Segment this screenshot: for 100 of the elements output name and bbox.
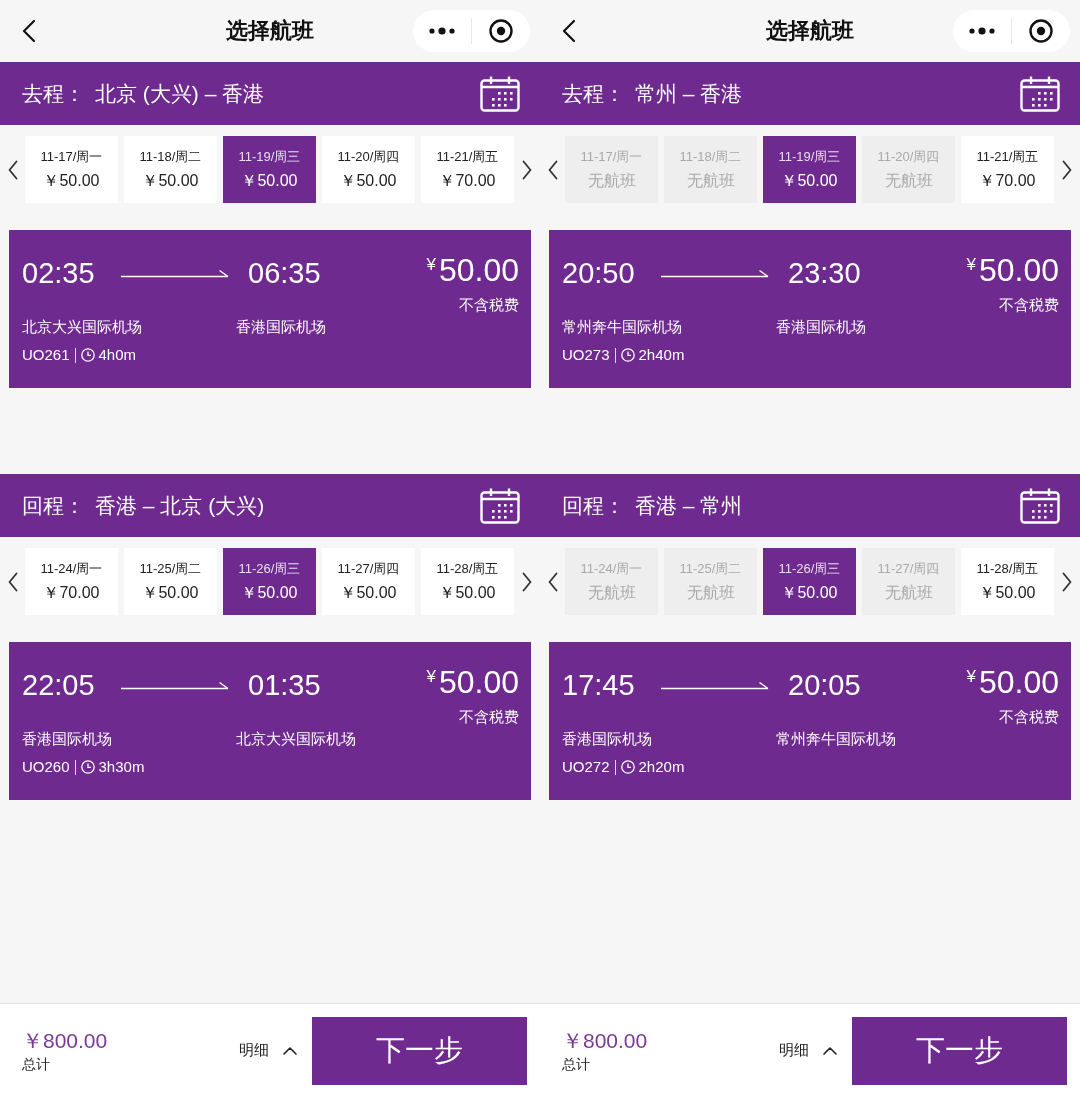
- page-title: 选择航班: [226, 17, 314, 45]
- arrow-icon: [121, 680, 229, 690]
- date-option[interactable]: 11-26/周三 ￥50.00: [223, 548, 316, 615]
- leg-label: 回程：: [562, 492, 625, 519]
- arrival-airport: 常州奔牛国际机场: [776, 729, 896, 749]
- caret-up-icon: [283, 1046, 297, 1055]
- tax-note: 不含税费: [999, 295, 1059, 315]
- date-option[interactable]: 11-19/周三 ￥50.00: [223, 136, 316, 203]
- next-button[interactable]: 下一步: [312, 1016, 527, 1085]
- tax-note: 不含税费: [459, 707, 519, 727]
- arrow-icon: [661, 680, 769, 690]
- leg-label: 去程：: [562, 80, 625, 107]
- departure-airport: 香港国际机场: [22, 729, 112, 749]
- arrival-airport: 香港国际机场: [776, 317, 866, 337]
- arrival-airport: 北京大兴国际机场: [236, 729, 356, 749]
- leg-label: 回程：: [22, 492, 85, 519]
- arrow-icon: [661, 268, 769, 278]
- more-icon[interactable]: [969, 27, 995, 35]
- next-button[interactable]: 下一步: [852, 1016, 1067, 1085]
- target-icon[interactable]: [489, 19, 513, 43]
- chevron-right-icon[interactable]: [522, 571, 532, 592]
- flight-card[interactable]: 22:05 01:35 香港国际机场 北京大兴国际机场 UO260 3h30m ¥50.00 不含税费: [9, 642, 531, 800]
- total-price: ￥800.00: [22, 1027, 108, 1054]
- departure-time: 02:35: [22, 256, 95, 291]
- date-option[interactable]: 11-19/周三 ￥50.00: [763, 136, 856, 203]
- clock-icon: [620, 760, 635, 774]
- clock-icon: [80, 348, 95, 362]
- date-option[interactable]: 11-21/周五 ￥70.00: [421, 136, 514, 203]
- flight-number: UO273: [562, 345, 610, 365]
- route-text: 香港 – 北京 (大兴): [95, 492, 265, 519]
- calendar-icon[interactable]: [480, 75, 520, 112]
- fare-price: 50.00: [438, 251, 519, 289]
- departure-time: 17:45: [562, 668, 635, 703]
- chevron-left-icon[interactable]: [547, 571, 558, 592]
- arrow-icon: [121, 268, 229, 278]
- date-option[interactable]: 11-21/周五 ￥70.00: [961, 136, 1054, 203]
- chevron-left-icon[interactable]: [7, 159, 18, 180]
- total-label: 总计: [562, 1054, 590, 1074]
- total-price: ￥800.00: [562, 1027, 648, 1054]
- flight-duration: 2h40m: [638, 345, 685, 365]
- arrival-time: 20:05: [788, 668, 861, 703]
- date-option[interactable]: 11-27/周四 ￥50.00: [322, 548, 415, 615]
- chevron-left-icon[interactable]: [547, 159, 558, 180]
- departure-time: 22:05: [22, 668, 95, 703]
- departure-airport: 香港国际机场: [562, 729, 652, 749]
- total-label: 总计: [22, 1054, 50, 1074]
- flight-duration: 4h0m: [98, 345, 137, 365]
- caret-up-icon: [823, 1046, 837, 1055]
- currency-symbol: ¥: [426, 255, 436, 275]
- date-option[interactable]: 11-28/周五 ￥50.00: [961, 548, 1054, 615]
- flight-number: UO260: [22, 757, 70, 777]
- arrival-airport: 香港国际机场: [236, 317, 326, 337]
- departure-airport: 北京大兴国际机场: [22, 317, 142, 337]
- back-icon[interactable]: [22, 19, 36, 43]
- flight-number: UO261: [22, 345, 70, 365]
- flight-card[interactable]: 02:35 06:35 北京大兴国际机场 香港国际机场 UO261 4h0m ¥50.00 不含税费: [9, 230, 531, 388]
- date-option[interactable]: 11-26/周三 ￥50.00: [763, 548, 856, 615]
- arrival-time: 23:30: [788, 256, 861, 291]
- currency-symbol: ¥: [966, 667, 976, 687]
- more-icon[interactable]: [429, 27, 455, 35]
- clock-icon: [80, 760, 95, 774]
- chevron-right-icon[interactable]: [522, 159, 532, 180]
- currency-symbol: ¥: [966, 255, 976, 275]
- calendar-icon[interactable]: [1020, 75, 1060, 112]
- calendar-icon[interactable]: [1020, 487, 1060, 524]
- fare-price: 50.00: [978, 663, 1059, 701]
- flight-card[interactable]: 20:50 23:30 常州奔牛国际机场 香港国际机场 UO273 2h40m ¥50.00 不含税费: [549, 230, 1071, 388]
- flight-duration: 2h20m: [638, 757, 685, 777]
- fare-price: 50.00: [438, 663, 519, 701]
- back-icon[interactable]: [562, 19, 576, 43]
- tax-note: 不含税费: [999, 707, 1059, 727]
- departure-time: 20:50: [562, 256, 635, 291]
- chevron-right-icon[interactable]: [1062, 159, 1072, 180]
- route-text: 常州 – 香港: [635, 80, 743, 107]
- flight-number: UO272: [562, 757, 610, 777]
- calendar-icon[interactable]: [480, 487, 520, 524]
- target-icon[interactable]: [1029, 19, 1053, 43]
- route-text: 香港 – 常州: [635, 492, 743, 519]
- arrival-time: 01:35: [248, 668, 321, 703]
- chevron-right-icon[interactable]: [1062, 571, 1072, 592]
- chevron-left-icon[interactable]: [7, 571, 18, 592]
- flight-card[interactable]: 17:45 20:05 香港国际机场 常州奔牛国际机场 UO272 2h20m ¥50.00 不含税费: [549, 642, 1071, 800]
- details-toggle[interactable]: 明细: [779, 1039, 837, 1062]
- fare-price: 50.00: [978, 251, 1059, 289]
- date-option[interactable]: 11-24/周一 ￥70.00: [25, 548, 118, 615]
- currency-symbol: ¥: [426, 667, 436, 687]
- date-option[interactable]: 11-17/周一 ￥50.00: [25, 136, 118, 203]
- clock-icon: [620, 348, 635, 362]
- arrival-time: 06:35: [248, 256, 321, 291]
- date-option[interactable]: 11-25/周二 ￥50.00: [124, 548, 217, 615]
- tax-note: 不含税费: [459, 295, 519, 315]
- date-option[interactable]: 11-20/周四 ￥50.00: [322, 136, 415, 203]
- date-option[interactable]: 11-28/周五 ￥50.00: [421, 548, 514, 615]
- leg-label: 去程：: [22, 80, 85, 107]
- page-title: 选择航班: [766, 17, 854, 45]
- route-text: 北京 (大兴) – 香港: [95, 80, 265, 107]
- flight-duration: 3h30m: [98, 757, 145, 777]
- details-toggle[interactable]: 明细: [239, 1039, 297, 1062]
- date-option[interactable]: 11-18/周二 ￥50.00: [124, 136, 217, 203]
- departure-airport: 常州奔牛国际机场: [562, 317, 682, 337]
